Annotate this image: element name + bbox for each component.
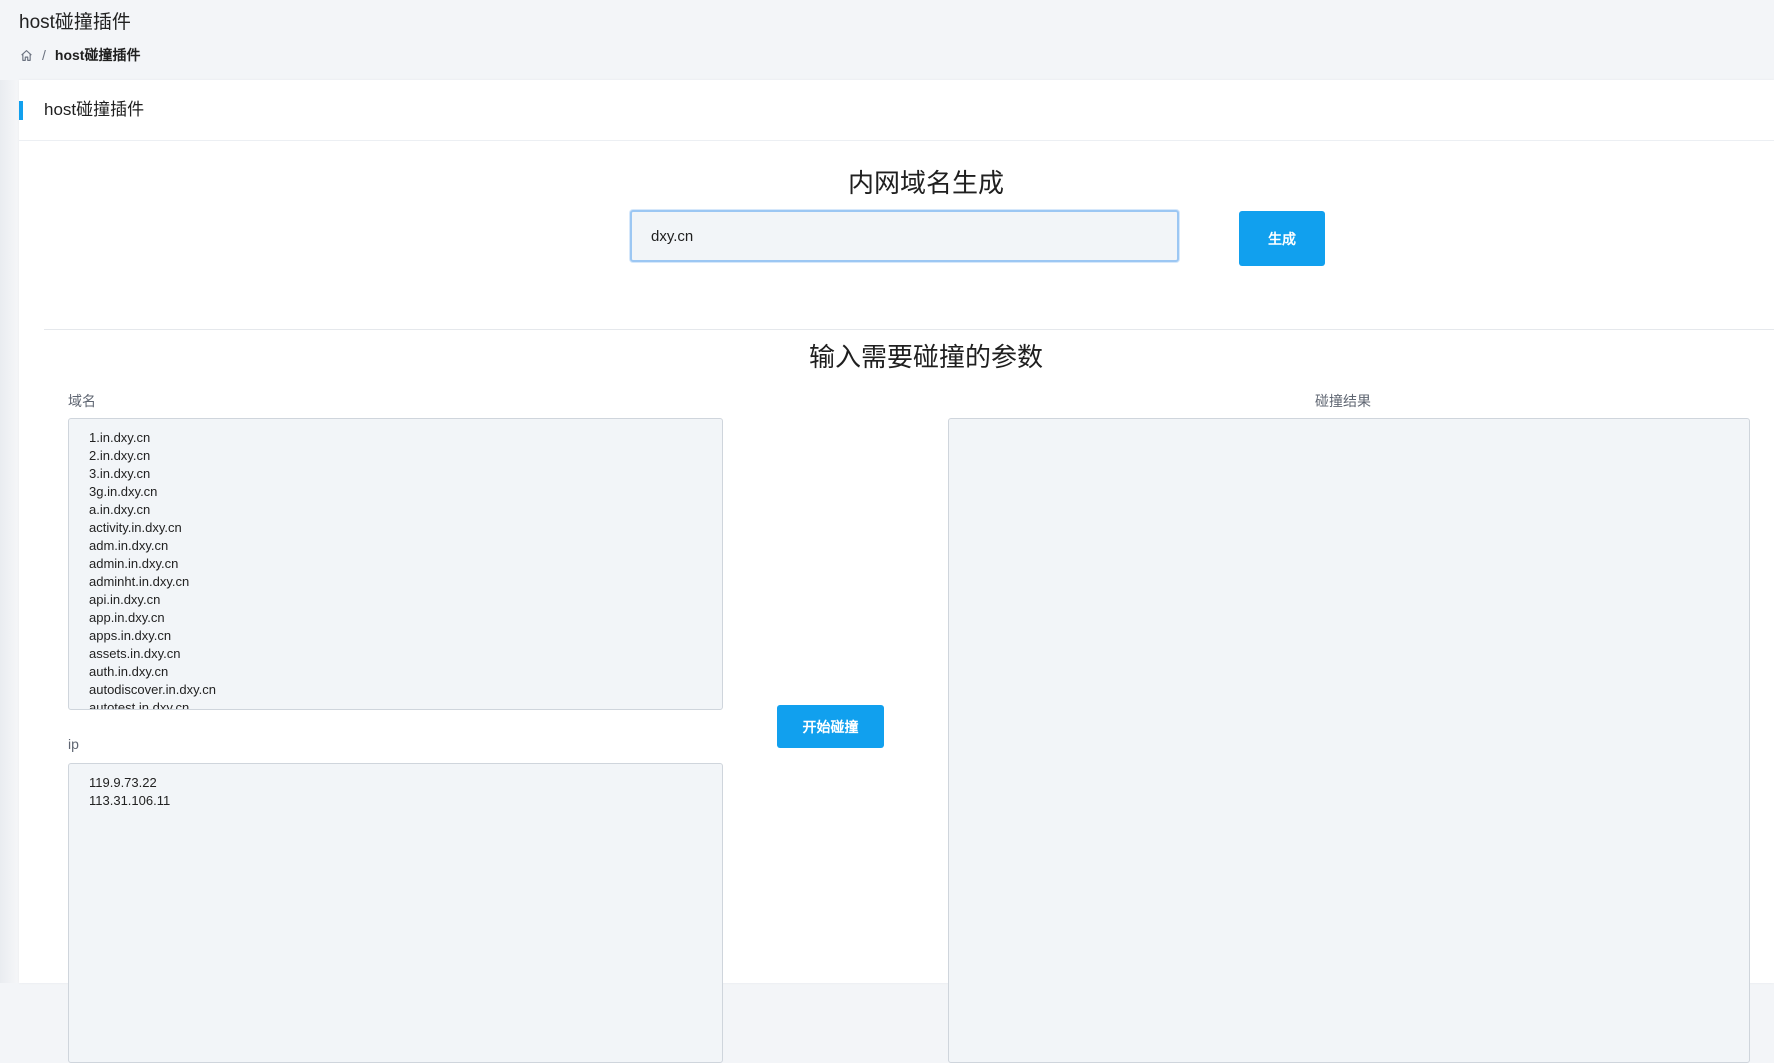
breadcrumb: / host碰撞插件 — [19, 45, 1774, 65]
page-header: host碰撞插件 / host碰撞插件 — [19, 10, 1774, 74]
params-section-title: 输入需要碰撞的参数 — [808, 342, 1043, 372]
main-card: host碰撞插件 内网域名生成 生成 输入需要碰撞的参数 域名 ip 开始碰撞 … — [19, 80, 1774, 1063]
ip-textarea[interactable] — [68, 763, 723, 1063]
result-label: 碰撞结果 — [1315, 393, 1371, 409]
breadcrumb-current: host碰撞插件 — [54, 47, 141, 63]
left-rail — [0, 80, 19, 983]
generate-section-title: 内网域名生成 — [847, 168, 1004, 198]
domains-textarea[interactable] — [68, 418, 723, 710]
breadcrumb-separator: / — [42, 47, 46, 63]
generate-button[interactable]: 生成 — [1239, 211, 1325, 266]
page-title: host碰撞插件 — [19, 12, 131, 33]
card-header: host碰撞插件 — [19, 80, 1774, 141]
card-title: host碰撞插件 — [44, 100, 145, 119]
home-icon[interactable] — [19, 48, 33, 62]
section-divider — [44, 329, 1774, 330]
start-collision-button[interactable]: 开始碰撞 — [777, 705, 884, 748]
domains-label: 域名 — [68, 393, 96, 409]
ip-label: ip — [68, 736, 79, 752]
root-domain-input[interactable] — [630, 210, 1179, 262]
result-textarea[interactable] — [948, 418, 1750, 1063]
card-header-accent — [19, 101, 23, 120]
home-icon-svg — [20, 49, 32, 61]
